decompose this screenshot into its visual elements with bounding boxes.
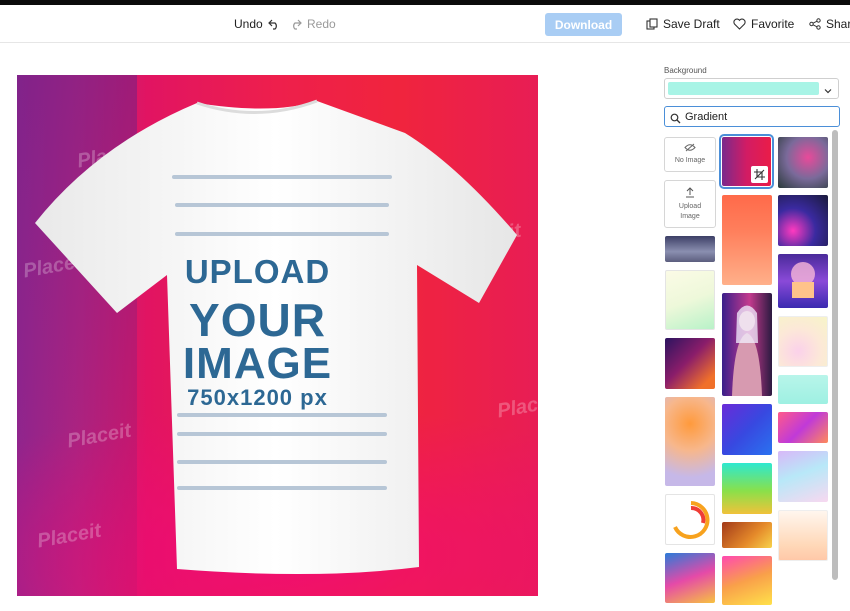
panel-scrollbar[interactable] (832, 130, 838, 580)
crop-icon[interactable] (751, 166, 768, 183)
placeholder-line-upload: UPLOAD (184, 253, 331, 290)
no-image-icon (684, 143, 696, 156)
background-panel: Background No Image Upload Image (664, 60, 850, 611)
redo-button[interactable]: Redo (290, 17, 336, 31)
background-label: Background (664, 66, 707, 75)
gradient-thumbnail[interactable] (778, 254, 828, 308)
share-label: Share (826, 17, 850, 31)
gradient-thumbnail[interactable] (665, 236, 715, 262)
gradient-thumbnail-selected[interactable] (719, 134, 774, 189)
gradient-thumbnail[interactable] (665, 338, 715, 389)
gradient-thumbnail[interactable] (778, 412, 828, 443)
search-input[interactable] (685, 109, 835, 124)
photo-thumbnail[interactable] (722, 293, 772, 396)
no-image-label: No Image (674, 157, 706, 164)
favorite-button[interactable]: Favorite (733, 17, 794, 31)
gradient-thumbnail[interactable] (778, 451, 828, 502)
undo-button[interactable]: Undo (234, 17, 280, 31)
color-swatch (668, 82, 819, 95)
gradient-thumbnail[interactable] (665, 397, 715, 486)
undo-icon (267, 19, 280, 30)
upload-icon (685, 186, 695, 202)
editor-toolbar: Undo Redo Download Save Draft Favorite S… (0, 5, 850, 43)
gradient-thumbnail[interactable] (778, 316, 828, 367)
chevron-down-icon (823, 83, 833, 101)
undo-label: Undo (234, 17, 263, 31)
gradient-thumbnail[interactable] (665, 270, 715, 330)
gradient-thumbnail[interactable] (778, 510, 828, 561)
gradient-thumbnail[interactable] (778, 375, 828, 404)
save-draft-label: Save Draft (663, 17, 720, 31)
gradient-thumbnail[interactable] (722, 404, 772, 455)
placeholder-dimensions: 750x1200 px (187, 385, 328, 410)
gradient-thumbnail[interactable] (778, 137, 828, 188)
gradient-thumbnail[interactable] (722, 522, 772, 548)
redo-label: Redo (307, 17, 336, 31)
redo-icon (290, 19, 302, 30)
gradient-thumbnail[interactable] (665, 494, 715, 545)
placeholder-line-image: IMAGE (182, 339, 333, 388)
upload-image-label: Upload Image (678, 202, 702, 220)
share-button[interactable]: Share (809, 17, 850, 31)
save-draft-icon (646, 18, 658, 30)
upload-image-button[interactable]: Upload Image (664, 180, 716, 228)
background-color-select[interactable] (664, 78, 839, 99)
favorite-label: Favorite (751, 17, 795, 31)
gradient-thumbnail[interactable] (778, 195, 828, 246)
gradient-thumbnail[interactable] (722, 195, 772, 285)
save-draft-button[interactable]: Save Draft (646, 17, 720, 31)
heart-icon (733, 18, 746, 30)
mockup-canvas[interactable]: Placeit Placeit Placeit Placeit Placeit … (17, 75, 538, 596)
share-icon (809, 18, 821, 30)
gradient-thumbnail[interactable] (665, 553, 715, 603)
no-image-button[interactable]: No Image (664, 137, 716, 172)
download-button[interactable]: Download (545, 13, 622, 36)
gradient-thumbnail[interactable] (722, 556, 772, 605)
gradient-thumbnail[interactable] (722, 463, 772, 514)
search-icon (670, 111, 681, 129)
search-field[interactable] (664, 106, 840, 127)
